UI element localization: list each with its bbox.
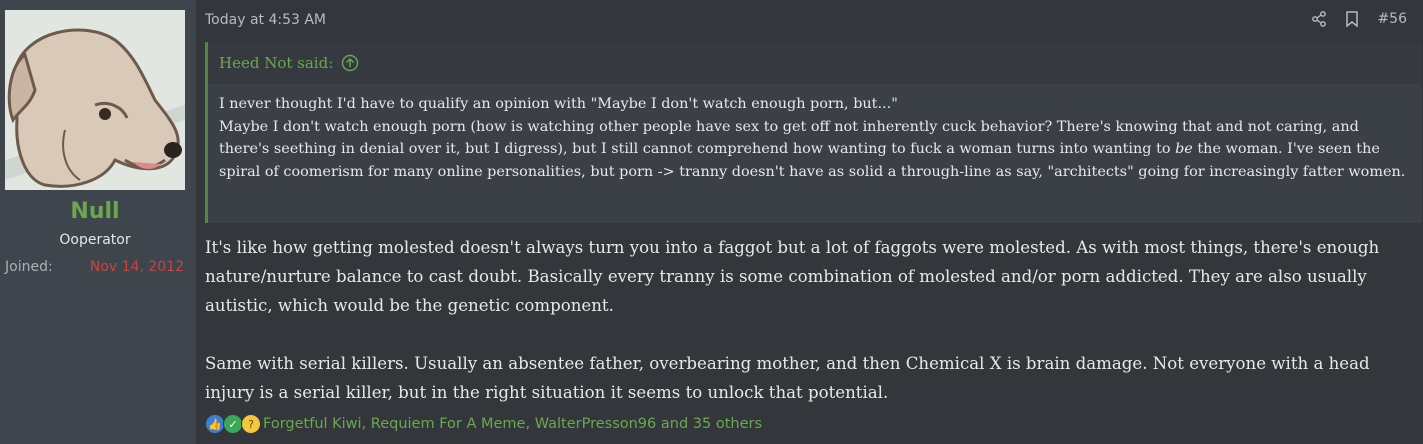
quote-block: Heed Not said: I never thought I'd have … xyxy=(205,42,1422,223)
quote-author[interactable]: Heed Not said: xyxy=(219,54,333,72)
arrow-up-circle-icon[interactable] xyxy=(341,54,359,72)
post-number[interactable]: #56 xyxy=(1377,11,1407,27)
user-sidebar: Null Ooperator Joined: Nov 14, 2012 xyxy=(0,0,196,444)
post-paragraph-2: Same with serial killers. Usually an abs… xyxy=(205,354,1370,402)
quote-line-2: Maybe I don't watch enough porn (how is … xyxy=(219,118,1406,180)
reactions-list[interactable]: Forgetful Kiwi, Requiem For A Meme, Walt… xyxy=(263,416,762,432)
quote-emphasis: be xyxy=(1175,141,1193,157)
avatar[interactable] xyxy=(5,10,185,190)
post-main: Today at 4:53 AM #56 Heed Not said: I ne… xyxy=(196,0,1423,444)
reactions-bar[interactable]: 👍 ✓ ? Forgetful Kiwi, Requiem For A Meme… xyxy=(205,414,762,434)
reaction-icons: 👍 ✓ ? xyxy=(205,414,261,434)
thinking-face-icon: ? xyxy=(241,414,261,434)
post-header-actions: #56 xyxy=(1311,11,1407,27)
user-title: Ooperator xyxy=(59,232,131,248)
post-paragraph-1: It's like how getting molested doesn't a… xyxy=(205,238,1380,315)
checkmark-icon: ✓ xyxy=(223,414,243,434)
quote-body: I never thought I'd have to qualify an o… xyxy=(208,84,1422,183)
quote-header[interactable]: Heed Not said: xyxy=(208,42,1422,84)
share-icon[interactable] xyxy=(1311,11,1327,27)
quote-line-1: I never thought I'd have to qualify an o… xyxy=(219,96,898,112)
bookmark-icon[interactable] xyxy=(1345,11,1359,27)
post-date[interactable]: Today at 4:53 AM xyxy=(205,12,326,28)
joined-label: Joined: xyxy=(5,259,53,275)
thumbs-up-icon: 👍 xyxy=(205,414,225,434)
dog-avatar-icon xyxy=(5,10,185,190)
joined-date: Nov 14, 2012 xyxy=(89,259,184,275)
username[interactable]: Null xyxy=(0,199,190,224)
post-body: It's like how getting molested doesn't a… xyxy=(205,233,1420,407)
